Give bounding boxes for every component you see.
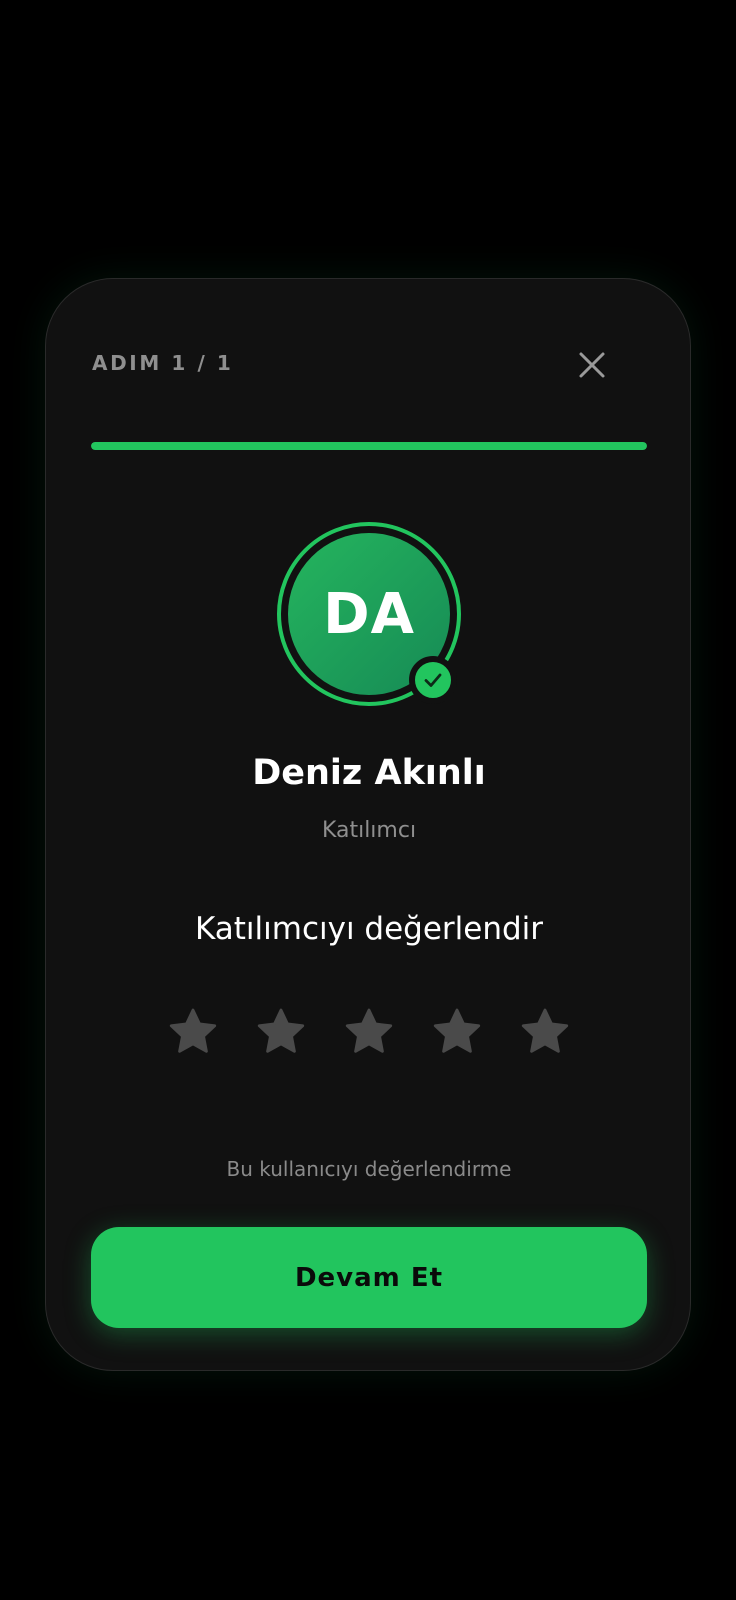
verified-badge: [409, 656, 457, 704]
check-icon: [424, 673, 442, 687]
avatar-container: DA: [277, 522, 461, 706]
skip-rating-link[interactable]: Bu kullanıcıyı değerlendirme: [46, 1155, 692, 1183]
star-icon[interactable]: [342, 1005, 396, 1059]
progress-fill: [91, 442, 647, 450]
close-button[interactable]: [570, 343, 614, 387]
progress-bar: [91, 442, 647, 450]
star-icon[interactable]: [430, 1005, 484, 1059]
star-rating: [46, 1005, 692, 1061]
rating-title: Katılımcıyı değerlendir: [194, 911, 544, 947]
avatar-initials: DA: [323, 581, 415, 647]
user-name: Deniz Akınlı: [252, 753, 486, 793]
close-icon: [579, 352, 605, 378]
continue-button[interactable]: Devam Et: [91, 1227, 647, 1328]
star-icon[interactable]: [518, 1005, 572, 1059]
star-icon[interactable]: [166, 1005, 220, 1059]
star-icon[interactable]: [254, 1005, 308, 1059]
rating-card: ADIM 1 / 1 DA Deniz Akınlı Katılımcı Kat…: [45, 278, 691, 1371]
user-role: Katılımcı: [321, 818, 417, 843]
step-indicator: ADIM 1 / 1: [92, 351, 234, 375]
